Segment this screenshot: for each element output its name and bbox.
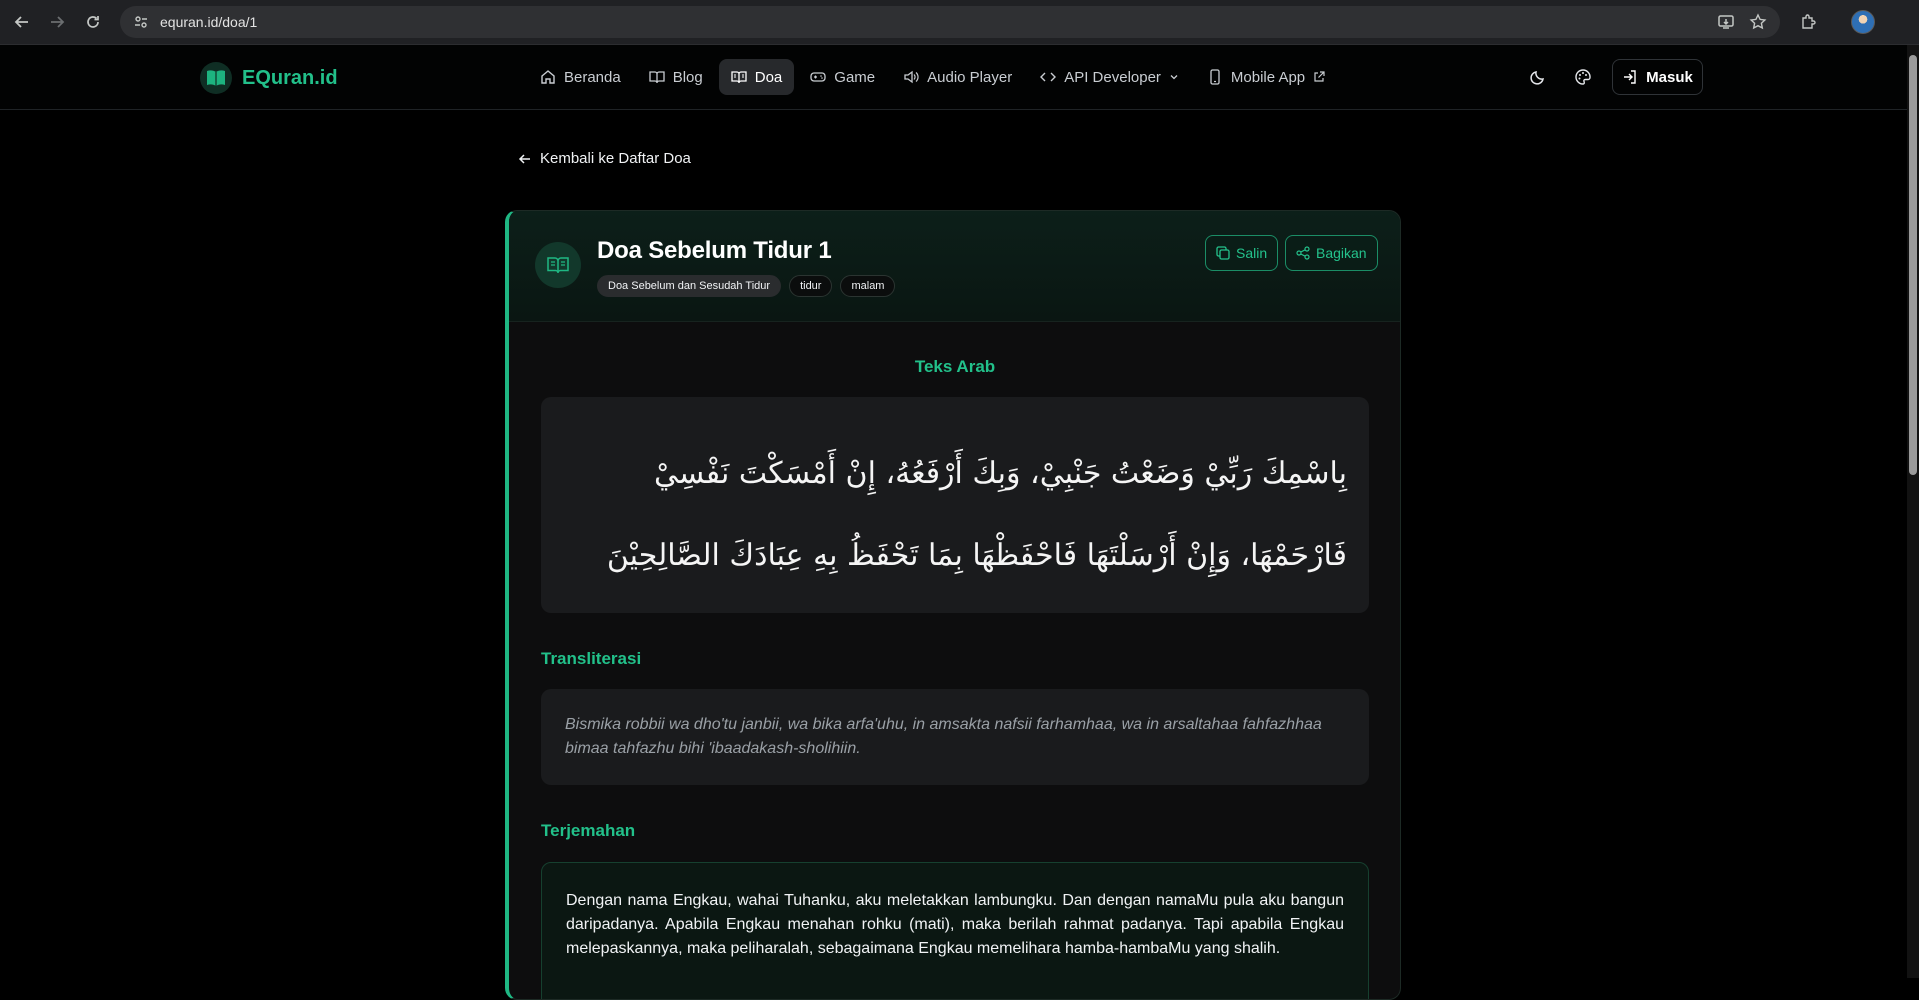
nav-label: Doa: [754, 68, 783, 86]
logo-text: EQuran.id: [242, 66, 338, 89]
transliteration-text: Bismika robbii wa dho'tu janbii, wa bika…: [541, 689, 1369, 785]
profile-avatar[interactable]: [1851, 10, 1875, 34]
tag-malam[interactable]: malam: [840, 275, 896, 297]
browser-toolbar: equran.id/doa/1: [0, 0, 1919, 45]
login-label: Masuk: [1646, 68, 1693, 86]
transliteration-heading: Transliterasi: [541, 649, 642, 668]
code-icon: [1040, 72, 1057, 82]
tag-tidur[interactable]: tidur: [789, 275, 833, 297]
arrow-left-icon: [518, 153, 530, 164]
nav-label: Game: [834, 68, 876, 86]
log-in-icon: [1624, 70, 1636, 84]
palette-icon[interactable]: [1570, 64, 1596, 90]
nav-label: Audio Player: [927, 68, 1013, 86]
page-scrollbar[interactable]: [1907, 45, 1919, 978]
book-icon: [731, 71, 747, 84]
bookmark-star-icon[interactable]: [1746, 10, 1770, 34]
share-icon: [1296, 246, 1310, 260]
forward-arrow-icon[interactable]: [45, 10, 69, 34]
nav-label: Beranda: [564, 68, 621, 86]
home-icon: [541, 70, 555, 84]
doa-tags: Doa Sebelum dan Sesudah Tidur tidur mala…: [597, 275, 896, 297]
quran-book-icon: [200, 62, 232, 94]
doa-title: Doa Sebelum Tidur 1: [597, 237, 832, 264]
nav-doa[interactable]: Doa: [718, 59, 795, 95]
share-label: Bagikan: [1316, 245, 1367, 261]
book-open-icon: [535, 242, 581, 288]
nav-audio-player[interactable]: Audio Player: [891, 59, 1024, 95]
extensions-icon[interactable]: [1796, 10, 1820, 34]
site-logo[interactable]: EQuran.id: [200, 62, 338, 94]
back-link-label: Kembali ke Daftar Doa: [540, 150, 691, 167]
nav-blog[interactable]: Blog: [637, 59, 715, 95]
arab-text-box: بِاسْمِكَ رَبِّيْ وَضَعْتُ جَنْبِيْ، وَب…: [541, 397, 1369, 613]
url-text[interactable]: equran.id/doa/1: [160, 14, 257, 30]
copy-label: Salin: [1236, 245, 1268, 261]
book-open-icon: [649, 71, 665, 84]
copy-button[interactable]: Salin: [1205, 235, 1279, 271]
back-arrow-icon[interactable]: [10, 10, 34, 34]
nav-game[interactable]: Game: [798, 59, 887, 95]
gamepad-icon: [810, 72, 826, 82]
login-button[interactable]: Masuk: [1612, 59, 1703, 95]
translation-heading: Terjemahan: [541, 821, 636, 840]
share-button[interactable]: Bagikan: [1285, 235, 1378, 271]
doa-card-header: Doa Sebelum Tidur 1 Doa Sebelum dan Sesu…: [509, 211, 1400, 322]
arab-heading: Teks Arab: [914, 357, 996, 376]
nav-mobile-app[interactable]: Mobile App: [1195, 59, 1337, 95]
doa-card: Doa Sebelum Tidur 1 Doa Sebelum dan Sesu…: [505, 210, 1401, 1000]
nav-label: API Developer: [1064, 68, 1161, 86]
nav-label: Blog: [672, 68, 703, 86]
nav-api-developer[interactable]: API Developer: [1028, 59, 1191, 95]
tag-category[interactable]: Doa Sebelum dan Sesudah Tidur: [597, 275, 782, 297]
moon-icon[interactable]: [1525, 64, 1551, 90]
site-settings-icon[interactable]: [130, 11, 152, 33]
address-bar[interactable]: equran.id/doa/1: [120, 6, 1780, 38]
external-link-icon: [1314, 71, 1325, 82]
smartphone-icon: [1210, 69, 1220, 85]
site-header: EQuran.id Beranda Blog Doa Game Audio Pl…: [0, 45, 1907, 110]
copy-icon: [1216, 246, 1230, 260]
main-nav: Beranda Blog Doa Game Audio Player API D…: [528, 59, 1337, 95]
translation-text: Dengan nama Engkau, wahai Tuhanku, aku m…: [541, 862, 1369, 999]
scrollbar-thumb[interactable]: [1909, 55, 1917, 475]
nav-label: Mobile App: [1230, 68, 1306, 86]
arab-text: بِاسْمِكَ رَبِّيْ وَضَعْتُ جَنْبِيْ، وَب…: [606, 456, 1347, 573]
chevron-down-icon: [1170, 75, 1178, 80]
back-to-list-link[interactable]: Kembali ke Daftar Doa: [518, 150, 691, 167]
speaker-icon: [904, 70, 919, 84]
nav-beranda[interactable]: Beranda: [528, 59, 633, 95]
reload-icon[interactable]: [81, 10, 105, 34]
install-app-icon[interactable]: [1714, 10, 1738, 34]
